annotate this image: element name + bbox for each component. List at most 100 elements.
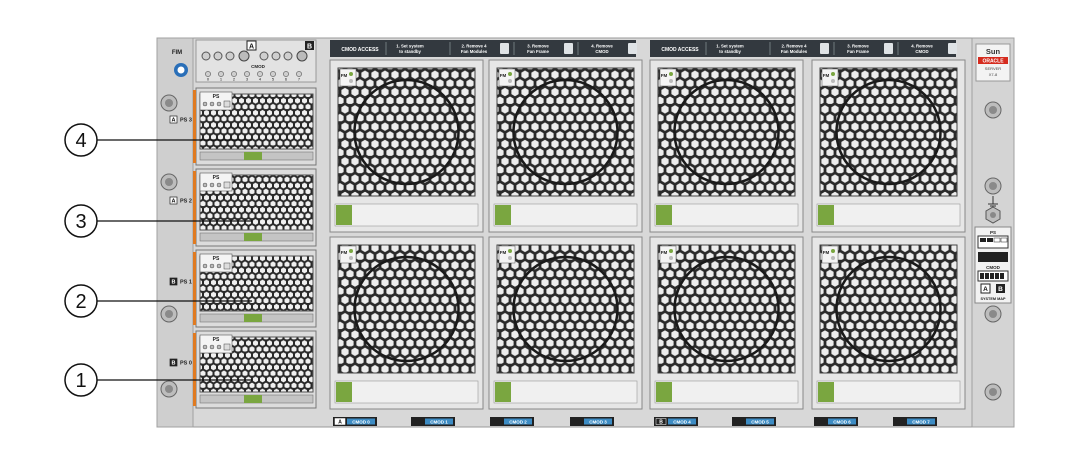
fan-tag: FM bbox=[341, 250, 348, 255]
fan-release-latch[interactable] bbox=[336, 382, 352, 402]
fan-release-latch[interactable] bbox=[818, 205, 834, 225]
psu-orange-strip bbox=[193, 252, 196, 325]
locator-icon bbox=[174, 63, 188, 77]
fan-led bbox=[349, 79, 353, 83]
fan-handle[interactable] bbox=[654, 380, 799, 404]
cmod-label: A CMOD 0 bbox=[333, 417, 377, 426]
fan-module[interactable]: FM bbox=[649, 236, 804, 410]
thumbscrew-right-4[interactable] bbox=[984, 383, 1002, 401]
fan-tag: FM bbox=[661, 73, 668, 78]
fan-handle[interactable] bbox=[493, 203, 638, 227]
psu-label: PS 3 bbox=[180, 118, 192, 124]
fan-handle[interactable] bbox=[493, 380, 638, 404]
cmod-label: CMOD 2 bbox=[490, 417, 534, 426]
cmod-tag: B bbox=[659, 420, 663, 426]
fan-module[interactable]: FM bbox=[329, 59, 484, 233]
cmod-access-banner: CMOD ACCESS 1. Set systemto standby 2. Rem… bbox=[330, 40, 637, 57]
banner-step-line2: Fan Frame bbox=[847, 49, 869, 54]
fan-release-latch[interactable] bbox=[656, 382, 672, 402]
cmod-leds-label: CMOD bbox=[251, 64, 265, 69]
psu-led bbox=[202, 263, 208, 269]
brand-model: X7-8 bbox=[989, 72, 998, 77]
fim-label: FIM bbox=[172, 50, 182, 56]
thumbscrew-left-1[interactable] bbox=[160, 94, 178, 112]
fan-handle[interactable] bbox=[816, 203, 961, 227]
fan-grille bbox=[496, 244, 635, 374]
psu-led bbox=[216, 182, 222, 188]
cmod-label-text: CMOD 4 bbox=[673, 419, 691, 424]
banner-step-line1: 4. Remove bbox=[591, 44, 613, 49]
fan-led bbox=[508, 79, 512, 83]
psu-tag: PS bbox=[213, 94, 220, 100]
psu-slot-tag: B bbox=[172, 361, 176, 367]
fan-release-latch[interactable] bbox=[495, 382, 511, 402]
fan-led bbox=[349, 72, 353, 76]
psu-release-latch[interactable] bbox=[244, 314, 262, 322]
cmod-label: B CMOD 4 bbox=[654, 417, 698, 426]
cmod-label-text: CMOD 5 bbox=[751, 419, 769, 424]
psu-orange-strip bbox=[193, 333, 196, 406]
system-map-cmod-title: CMOD bbox=[986, 265, 1000, 270]
thumbscrew-left-2[interactable] bbox=[160, 173, 178, 191]
fan-led bbox=[669, 249, 673, 253]
fan-release-latch[interactable] bbox=[818, 382, 834, 402]
brand-badge: Sun ORACLE SERVER X7-8 bbox=[975, 43, 1011, 82]
psu-ac-icon bbox=[223, 262, 231, 270]
psu-label: PS 2 bbox=[180, 199, 192, 205]
fan-led bbox=[508, 249, 512, 253]
cmod-label: CMOD 6 bbox=[814, 417, 858, 426]
psu-ac-icon bbox=[223, 100, 231, 108]
banner-step-line1: 3. Remove bbox=[527, 44, 549, 49]
fan-grille bbox=[819, 244, 958, 374]
psu-release-latch[interactable] bbox=[244, 152, 262, 160]
system-map-ps-title: PS bbox=[990, 230, 996, 235]
fan-module[interactable]: FM bbox=[811, 236, 966, 410]
thumbscrew-right-2[interactable] bbox=[984, 177, 1002, 195]
fan-module[interactable]: FM bbox=[649, 59, 804, 233]
banner-step-line1: 3. Remove bbox=[847, 44, 869, 49]
psu-led bbox=[216, 344, 222, 350]
fan-module[interactable]: FM bbox=[488, 59, 643, 233]
psu-led bbox=[202, 182, 208, 188]
psu-slot-tag: A bbox=[172, 199, 176, 205]
fan-module[interactable]: FM bbox=[811, 59, 966, 233]
fan-module[interactable]: FM bbox=[329, 236, 484, 410]
banner-step-line2: CMOD bbox=[595, 49, 608, 54]
fan-handle[interactable] bbox=[334, 380, 479, 404]
psu-orange-strip bbox=[193, 171, 196, 244]
psu-orange-strip bbox=[193, 90, 196, 163]
banner-step-line2: Fan Frame bbox=[527, 49, 549, 54]
system-map-label: SYSTEM MAP bbox=[980, 297, 1006, 301]
banner-step-line2: Fan Modules bbox=[781, 49, 808, 54]
banner-step-line1: 1. Set system bbox=[716, 44, 744, 49]
fan-handle[interactable] bbox=[816, 380, 961, 404]
fan-release-latch[interactable] bbox=[656, 205, 672, 225]
cmod-label-text: CMOD 1 bbox=[430, 419, 448, 424]
left-ear bbox=[156, 37, 194, 428]
thumbscrew-left-3[interactable] bbox=[160, 305, 178, 323]
fan-handle[interactable] bbox=[654, 203, 799, 227]
fan-module[interactable]: FM bbox=[488, 236, 643, 410]
fan-led bbox=[669, 256, 673, 260]
fan-handle[interactable] bbox=[334, 203, 479, 227]
thumbscrew-right-3[interactable] bbox=[984, 305, 1002, 323]
psu-release-latch[interactable] bbox=[244, 395, 262, 403]
fan-led bbox=[349, 249, 353, 253]
fim-slot-a: A bbox=[249, 44, 254, 51]
fan-release-latch[interactable] bbox=[336, 205, 352, 225]
psu-led bbox=[216, 263, 222, 269]
cmod-label: CMOD 7 bbox=[893, 417, 937, 426]
banner-step-icon bbox=[564, 43, 573, 54]
fan-grille bbox=[657, 67, 796, 197]
cmod-label: CMOD 1 bbox=[411, 417, 455, 426]
thumbscrew-right-1[interactable] bbox=[984, 101, 1002, 119]
fan-release-latch[interactable] bbox=[495, 205, 511, 225]
fan-led bbox=[508, 256, 512, 260]
banner-access-title: CMOD ACCESS bbox=[341, 47, 379, 53]
thumbscrew-left-4[interactable] bbox=[160, 380, 178, 398]
psu-tag: PS bbox=[213, 256, 220, 262]
cmod-label-text: CMOD 3 bbox=[589, 419, 607, 424]
fan-grille bbox=[819, 67, 958, 197]
psu-release-latch[interactable] bbox=[244, 233, 262, 241]
brand-server: SERVER bbox=[985, 66, 1001, 71]
